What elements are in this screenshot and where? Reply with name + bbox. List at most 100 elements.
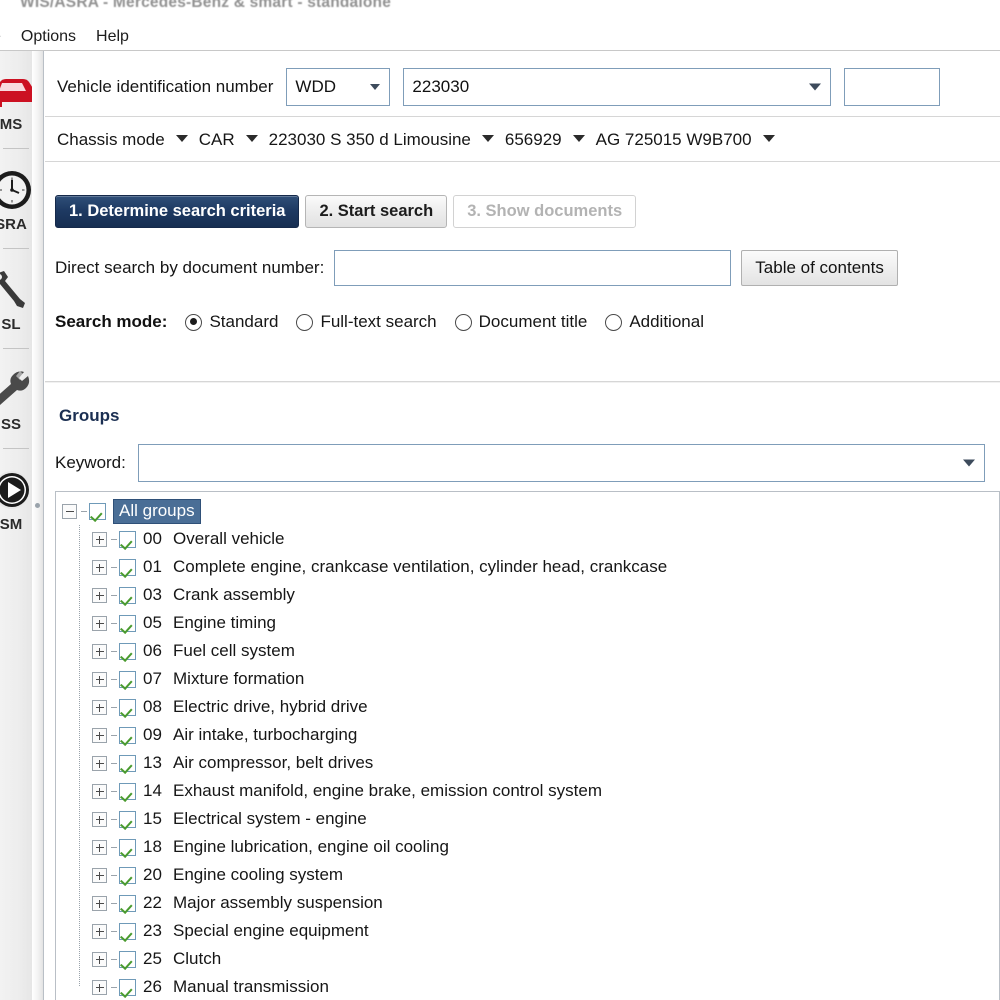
chevron-down-icon[interactable] [762,135,775,142]
tree-checkbox[interactable] [119,614,136,632]
tree-checkbox[interactable] [119,586,136,604]
tree-node[interactable]: 20 Engine cooling system [56,861,999,889]
menu-file-clipped[interactable]: e [0,26,11,48]
chevron-down-icon[interactable] [245,135,258,142]
tree-checkbox[interactable] [119,530,136,548]
window-title: WIS/ASRA - Mercedes-Benz & smart - stand… [20,0,392,11]
vin-prefix-select[interactable]: WDD [286,67,391,106]
tab-start-search[interactable]: 2. Start search [305,195,448,228]
rail-label-asra: SRA [0,215,27,233]
chevron-down-icon[interactable] [175,135,188,142]
tree-checkbox[interactable] [119,782,136,800]
tree-node[interactable]: 14 Exhaust manifold, engine brake, emissi… [56,777,999,805]
tree-node-all-groups[interactable]: All groups [56,497,999,525]
chassis-segment-mode[interactable]: Chassis mode [57,130,165,150]
splitter-grip[interactable] [35,503,40,508]
tree-node[interactable]: 25 Clutch [56,945,999,973]
rail-item-dsl[interactable]: SL [0,251,32,346]
tree-checkbox[interactable] [119,670,136,688]
keyword-combo[interactable] [137,444,985,482]
tree-node[interactable]: 06 Fuel cell system [56,637,999,665]
radio-standard-indicator[interactable] [185,313,203,331]
expand-icon[interactable] [92,559,107,575]
tree-node[interactable]: 07 Mixture formation [56,665,999,693]
tree-checkbox[interactable] [119,838,136,856]
tree-node[interactable]: 15 Electrical system - engine [56,805,999,833]
tree-checkbox[interactable] [119,866,136,884]
expand-icon[interactable] [92,699,107,715]
tree-node-label: Major assembly suspension [173,893,383,912]
chassis-segment-type[interactable]: CAR [199,130,235,150]
tree-checkbox[interactable] [119,950,136,968]
expand-icon[interactable] [92,839,107,855]
expand-icon[interactable] [92,531,107,547]
radio-document-title[interactable]: Document title [454,312,587,332]
menu-options[interactable]: Options [11,26,86,48]
collapse-icon[interactable] [62,503,77,519]
tree-checkbox[interactable] [119,558,136,576]
expand-icon[interactable] [92,951,107,967]
tree-checkbox[interactable] [119,698,136,716]
tree-node[interactable]: 08 Electric drive, hybrid drive [56,693,999,721]
rail-item-wis[interactable]: MS [0,51,32,146]
direct-search-input[interactable] [334,250,732,286]
tree-checkbox[interactable] [119,978,136,996]
tree-checkbox[interactable] [89,502,106,520]
tree-node[interactable]: 03 Crank assembly [56,581,999,609]
chassis-breadcrumb: Chassis mode CAR 223030 S 350 d Limousin… [45,118,1000,162]
tree-checkbox[interactable] [119,642,136,660]
expand-icon[interactable] [92,755,107,771]
chevron-down-icon [809,83,822,90]
expand-icon[interactable] [92,979,107,995]
radio-additional[interactable]: Additional [605,312,704,332]
expand-icon[interactable] [92,923,107,939]
tree-checkbox[interactable] [119,810,136,828]
chassis-segment-code[interactable]: 656929 [505,130,562,150]
pane-splitter[interactable] [32,51,44,1000]
expand-icon[interactable] [92,727,107,743]
tree-checkbox[interactable] [119,922,136,940]
expand-icon[interactable] [92,671,107,687]
radio-full-text-search-indicator[interactable] [296,313,314,331]
chassis-segment-transmission[interactable]: AG 725015 W9B700 [596,130,752,150]
expand-icon[interactable] [92,643,107,659]
groups-tree[interactable]: All groups 00 Overall vehicle 01 Complete en… [55,491,1000,1000]
radio-standard[interactable]: Standard [185,312,278,332]
rail-item-dss[interactable]: SS [0,351,32,446]
expand-icon[interactable] [92,811,107,827]
chevron-down-icon[interactable] [481,135,494,142]
tree-node[interactable]: 18 Engine lubrication, engine oil cooling [56,833,999,861]
tree-checkbox[interactable] [119,754,136,772]
tree-node[interactable]: 01 Complete engine, crankcase ventilation… [56,553,999,581]
vin-number-combo[interactable]: 223030 [403,67,832,106]
menu-help[interactable]: Help [86,26,139,48]
tree-node-number: 22 [143,893,162,912]
wis-asra-window: WIS/ASRA - Mercedes-Benz & smart - stand… [0,0,1000,1000]
tree-node[interactable]: 13 Air compressor, belt drives [56,749,999,777]
tab-determine-search-criteria[interactable]: 1. Determine search criteria [55,195,300,228]
tree-node[interactable]: 09 Air intake, turbocharging [56,721,999,749]
table-of-contents-button[interactable]: Table of contents [741,250,898,286]
expand-icon[interactable] [92,615,107,631]
tree-node[interactable]: 26 Manual transmission [56,973,999,1000]
radio-additional-indicator[interactable] [605,313,623,331]
rail-item-asm[interactable]: SM [0,451,32,546]
radio-additional-label: Additional [629,312,704,331]
tree-node[interactable]: 22 Major assembly suspension [56,889,999,917]
expand-icon[interactable] [92,587,107,603]
expand-icon[interactable] [92,895,107,911]
tree-checkbox[interactable] [119,726,136,744]
expand-icon[interactable] [92,783,107,799]
tree-node[interactable]: 05 Engine timing [56,609,999,637]
tree-node[interactable]: 00 Overall vehicle [56,525,999,553]
tree-node[interactable]: 23 Special engine equipment [56,917,999,945]
chassis-segment-model[interactable]: 223030 S 350 d Limousine [269,130,471,150]
chevron-down-icon[interactable] [572,135,585,142]
radio-document-title-indicator[interactable] [454,313,472,331]
tree-guide-line [79,581,80,609]
rail-item-asra[interactable]: SRA [0,151,32,246]
expand-icon[interactable] [92,867,107,883]
vin-extra-field[interactable] [844,67,941,106]
tree-checkbox[interactable] [119,894,136,912]
radio-full-text-search[interactable]: Full-text search [296,312,437,332]
